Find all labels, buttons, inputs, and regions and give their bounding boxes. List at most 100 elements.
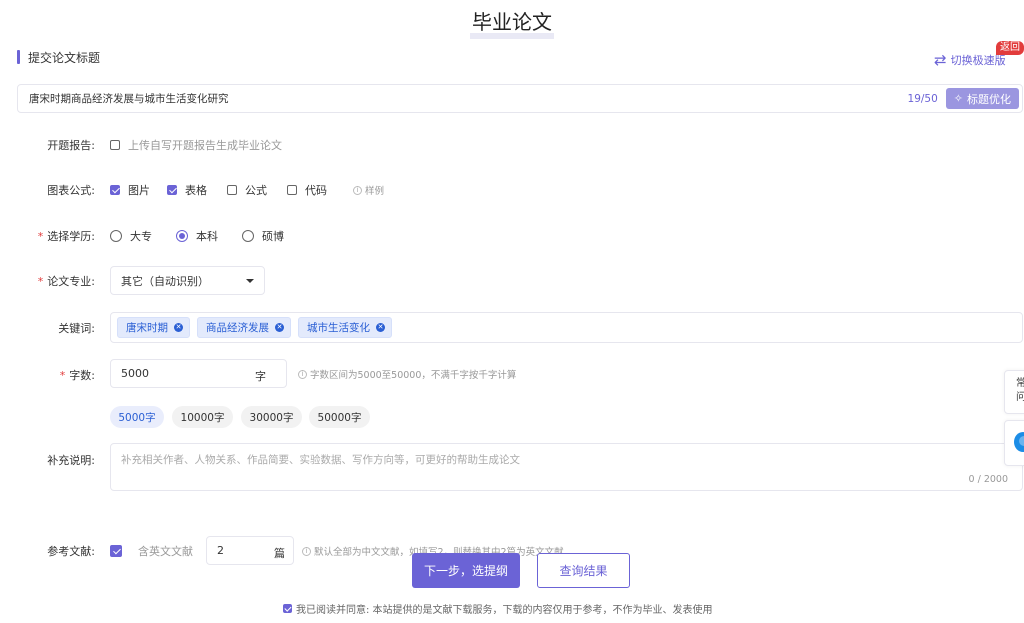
degree-option-label: 硕博 — [262, 230, 284, 243]
degree-row: * 选择学历: 大专 本科 硕博 — [0, 228, 284, 244]
return-badge[interactable]: 返回 — [996, 41, 1024, 55]
english-references-label: 含英文文献 — [138, 545, 193, 558]
checkbox-checked-icon[interactable] — [110, 185, 120, 195]
faq-float-button[interactable]: 常问 — [1004, 370, 1024, 414]
page-title: 毕业论文 — [0, 10, 1024, 39]
close-icon[interactable]: ✕ — [275, 323, 284, 332]
radio-icon[interactable] — [110, 230, 122, 242]
charts-option-label: 代码 — [305, 184, 327, 197]
references-label: 参考文献: — [47, 545, 95, 558]
close-icon[interactable]: ✕ — [376, 323, 385, 332]
customer-service-icon — [1014, 432, 1024, 452]
degree-label: * 选择学历: — [37, 230, 95, 243]
word-count-label: * 字数: — [59, 369, 95, 382]
sparkle-icon: ✧ — [953, 92, 963, 105]
required-mark: * — [37, 230, 44, 243]
keyword-tag: 商品经济发展 ✕ — [197, 317, 291, 338]
supplement-row: 补充说明: — [0, 452, 95, 468]
checkbox-icon[interactable] — [227, 185, 237, 195]
checkbox-checked-icon[interactable] — [110, 545, 122, 557]
supplement-placeholder: 补充相关作者、人物关系、作品简要、实验数据、写作方向等，可更好的帮助生成论文 — [121, 454, 520, 466]
word-count-row: * 字数: — [0, 367, 95, 383]
section-header: 提交论文标题 — [17, 50, 101, 65]
supplement-char-count: 0 / 2000 — [968, 474, 1008, 485]
major-row: * 论文专业: — [0, 273, 95, 289]
section-title: 提交论文标题 — [28, 50, 101, 65]
keyword-tag-label: 唐宋时期 — [126, 322, 168, 334]
keyword-tag-label: 城市生活变化 — [307, 322, 370, 334]
title-char-count: 19/50 — [907, 92, 938, 105]
opening-report-row: 开题报告: 上传自写开题报告生成毕业论文 — [0, 137, 282, 153]
query-results-button[interactable]: 查询结果 — [537, 553, 630, 588]
close-icon[interactable]: ✕ — [174, 323, 183, 332]
word-preset-5000[interactable]: 5000字 — [110, 406, 164, 428]
opening-report-checkbox[interactable]: 上传自写开题报告生成毕业论文 — [110, 137, 282, 153]
caret-down-icon — [246, 279, 254, 283]
charts-example-link[interactable]: i 样例 — [353, 183, 384, 197]
keyword-tag-label: 商品经济发展 — [206, 322, 269, 334]
charts-option-label: 表格 — [185, 184, 207, 197]
charts-example-label: 样例 — [365, 186, 385, 197]
major-select-value: 其它（自动识别） — [121, 274, 209, 288]
major-label: * 论文专业: — [37, 275, 95, 288]
checkbox-icon[interactable] — [110, 140, 120, 150]
next-step-button[interactable]: 下一步，选提纲 — [412, 553, 520, 588]
title-input-value[interactable]: 唐宋时期商品经济发展与城市生活变化研究 — [18, 91, 908, 106]
word-count-input[interactable]: 5000 字 — [110, 359, 287, 388]
opening-report-option: 上传自写开题报告生成毕业论文 — [128, 139, 282, 152]
keyword-tag: 城市生活变化 ✕ — [298, 317, 392, 338]
checkbox-checked-icon[interactable] — [167, 185, 177, 195]
word-count-value[interactable]: 5000 — [121, 367, 149, 380]
degree-option-label: 大专 — [130, 230, 152, 243]
keywords-row: 关键词: — [0, 320, 95, 336]
swap-arrows-icon: ⇄ — [934, 51, 947, 69]
optimize-title-button[interactable]: ✧ 标题优化 — [945, 88, 1019, 109]
info-icon: i — [298, 369, 307, 379]
charts-option-image[interactable]: 图片 — [110, 182, 150, 198]
word-preset-10000[interactable]: 10000字 — [172, 406, 233, 428]
agreement[interactable]: 我已阅读并同意: 本站提供的是文献下载服务，下载的内容仅用于参考，不作为毕业、发… — [283, 601, 713, 616]
support-float-button[interactable] — [1004, 420, 1024, 466]
keywords-input[interactable]: 唐宋时期 ✕ 商品经济发展 ✕ 城市生活变化 ✕ — [110, 312, 1023, 343]
degree-option-label: 本科 — [196, 230, 218, 243]
switch-speed-version[interactable]: ⇄ 切换极速版 — [934, 52, 1006, 68]
charts-row: 图表公式: 图片 表格 公式 代码 i 样例 — [0, 182, 384, 198]
info-icon: i — [353, 185, 362, 195]
references-count-input[interactable]: 2 篇 — [206, 536, 294, 565]
info-icon: i — [302, 546, 311, 556]
charts-option-code[interactable]: 代码 — [287, 182, 327, 198]
required-mark: * — [37, 275, 44, 288]
agreement-text: 我已阅读并同意: 本站提供的是文献下载服务，下载的内容仅用于参考，不作为毕业、发… — [296, 605, 713, 616]
word-preset-30000[interactable]: 30000字 — [241, 406, 302, 428]
degree-option-bachelor[interactable]: 本科 — [176, 228, 218, 244]
checkbox-checked-icon[interactable] — [283, 604, 292, 613]
references-row: 参考文献: 含英文文献 — [0, 543, 193, 559]
references-count-value[interactable]: 2 — [217, 544, 224, 557]
word-count-unit: 字 — [255, 370, 266, 383]
word-preset-50000[interactable]: 50000字 — [309, 406, 370, 428]
charts-option-formula[interactable]: 公式 — [227, 182, 267, 198]
keywords-label: 关键词: — [58, 322, 95, 335]
optimize-title-label: 标题优化 — [967, 92, 1011, 106]
supplement-label: 补充说明: — [47, 454, 95, 467]
charts-label: 图表公式: — [47, 184, 95, 197]
opening-report-label: 开题报告: — [47, 139, 95, 152]
word-count-hint: i 字数区间为5000至50000，不满千字按千字计算 — [298, 367, 516, 381]
keyword-tag: 唐宋时期 ✕ — [117, 317, 190, 338]
required-mark: * — [59, 369, 66, 382]
degree-option-master-phd[interactable]: 硕博 — [242, 228, 284, 244]
charts-option-table[interactable]: 表格 — [167, 182, 207, 198]
english-references-checkbox[interactable]: 含英文文献 — [110, 543, 193, 559]
charts-option-label: 公式 — [245, 184, 267, 197]
word-count-hint-text: 字数区间为5000至50000，不满千字按千字计算 — [310, 370, 517, 381]
degree-option-junior-college[interactable]: 大专 — [110, 228, 152, 244]
supplement-textarea[interactable]: 补充相关作者、人物关系、作品简要、实验数据、写作方向等，可更好的帮助生成论文 0… — [110, 443, 1023, 491]
references-count-unit: 篇 — [274, 547, 285, 560]
radio-selected-icon[interactable] — [176, 230, 188, 242]
major-select[interactable]: 其它（自动识别） — [110, 266, 265, 295]
radio-icon[interactable] — [242, 230, 254, 242]
checkbox-icon[interactable] — [287, 185, 297, 195]
section-accent-bar — [17, 50, 20, 64]
title-input[interactable]: 唐宋时期商品经济发展与城市生活变化研究 19/50 ✧ 标题优化 — [17, 84, 1023, 113]
charts-option-label: 图片 — [128, 184, 150, 197]
